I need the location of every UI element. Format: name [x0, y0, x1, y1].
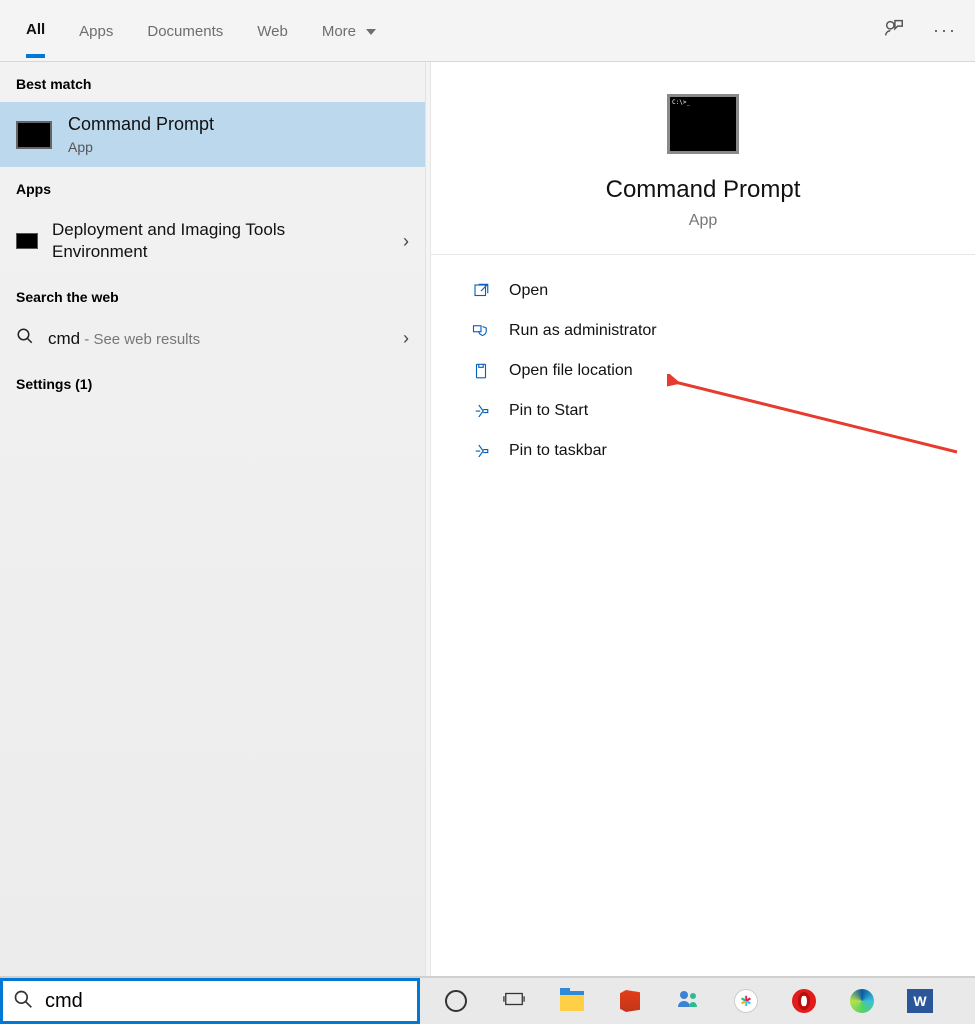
pin-taskbar-icon [471, 441, 491, 461]
chevron-right-icon: › [403, 231, 409, 252]
more-options-icon[interactable]: ··· [933, 20, 957, 41]
tab-documents[interactable]: Documents [147, 5, 223, 56]
people-icon [676, 987, 700, 1016]
app-result-deployment-tools[interactable]: Deployment and Imaging Tools Environment… [0, 207, 425, 275]
taskbar-search-box[interactable] [0, 978, 420, 1024]
cortana-button[interactable] [442, 987, 470, 1015]
tab-web[interactable]: Web [257, 5, 288, 56]
tab-more-label: More [322, 23, 356, 40]
action-pin-to-start[interactable]: Pin to Start [471, 391, 955, 431]
task-view-icon [503, 988, 525, 1015]
open-icon [471, 281, 491, 301]
search-filter-tabs: All Apps Documents Web More ··· [0, 0, 975, 62]
action-open[interactable]: Open [471, 271, 955, 311]
chevron-right-icon: › [403, 328, 409, 349]
tab-apps[interactable]: Apps [79, 5, 113, 56]
opera-button[interactable] [790, 987, 818, 1015]
results-list-pane: Best match Command Prompt App Apps Deplo… [0, 62, 426, 976]
edge-icon [850, 989, 874, 1013]
preview-title: Command Prompt [431, 176, 975, 204]
action-open-file-location[interactable]: Open file location [471, 351, 955, 391]
app-result-title: Deployment and Imaging Tools Environment [52, 219, 285, 263]
tab-all[interactable]: All [26, 3, 45, 58]
settings-heading[interactable]: Settings (1) [0, 362, 425, 402]
best-match-title: Command Prompt [68, 114, 214, 135]
edge-button[interactable] [848, 987, 876, 1015]
command-prompt-icon-large [667, 94, 739, 154]
web-result-text: cmd - See web results [48, 329, 200, 349]
action-pin-to-taskbar[interactable]: Pin to taskbar [471, 431, 955, 471]
search-icon [13, 989, 33, 1014]
office-button[interactable] [616, 987, 644, 1015]
cortana-icon [445, 990, 467, 1012]
search-icon [16, 327, 34, 350]
best-match-subtitle: App [68, 139, 214, 155]
word-icon: W [907, 989, 933, 1013]
feedback-icon[interactable] [883, 17, 905, 44]
taskbar-search-input[interactable] [45, 990, 407, 1013]
command-prompt-icon [16, 121, 52, 149]
admin-shield-icon [471, 321, 491, 341]
preview-hero: Command Prompt App [431, 62, 975, 255]
action-label: Open [509, 282, 548, 300]
action-label: Open file location [509, 362, 633, 380]
preview-actions: Open Run as administrator Open file loca… [431, 255, 975, 487]
office-icon [620, 990, 640, 1012]
folder-location-icon [471, 361, 491, 381]
tab-more[interactable]: More [322, 5, 376, 56]
search-results-main: Best match Command Prompt App Apps Deplo… [0, 62, 975, 976]
action-run-as-administrator[interactable]: Run as administrator [471, 311, 955, 351]
best-match-result[interactable]: Command Prompt App [0, 102, 425, 167]
web-result-cmd[interactable]: cmd - See web results › [0, 315, 425, 362]
apps-heading: Apps [0, 167, 425, 207]
search-web-heading: Search the web [0, 275, 425, 315]
word-button[interactable]: W [906, 987, 934, 1015]
console-icon [16, 233, 38, 249]
taskbar-pinned-apps: W [420, 978, 934, 1024]
preview-pane: Command Prompt App Open Run as administr… [430, 62, 975, 976]
slack-button[interactable] [732, 987, 760, 1015]
people-button[interactable] [674, 987, 702, 1015]
chevron-down-icon [366, 29, 376, 35]
file-explorer-icon [560, 991, 584, 1011]
action-label: Pin to taskbar [509, 442, 607, 460]
pin-start-icon [471, 401, 491, 421]
preview-subtitle: App [431, 212, 975, 230]
opera-icon [792, 989, 816, 1013]
file-explorer-button[interactable] [558, 987, 586, 1015]
task-view-button[interactable] [500, 987, 528, 1015]
action-label: Pin to Start [509, 402, 588, 420]
taskbar: W [0, 976, 975, 1024]
best-match-heading: Best match [0, 62, 425, 102]
action-label: Run as administrator [509, 322, 657, 340]
slack-icon [734, 989, 758, 1013]
